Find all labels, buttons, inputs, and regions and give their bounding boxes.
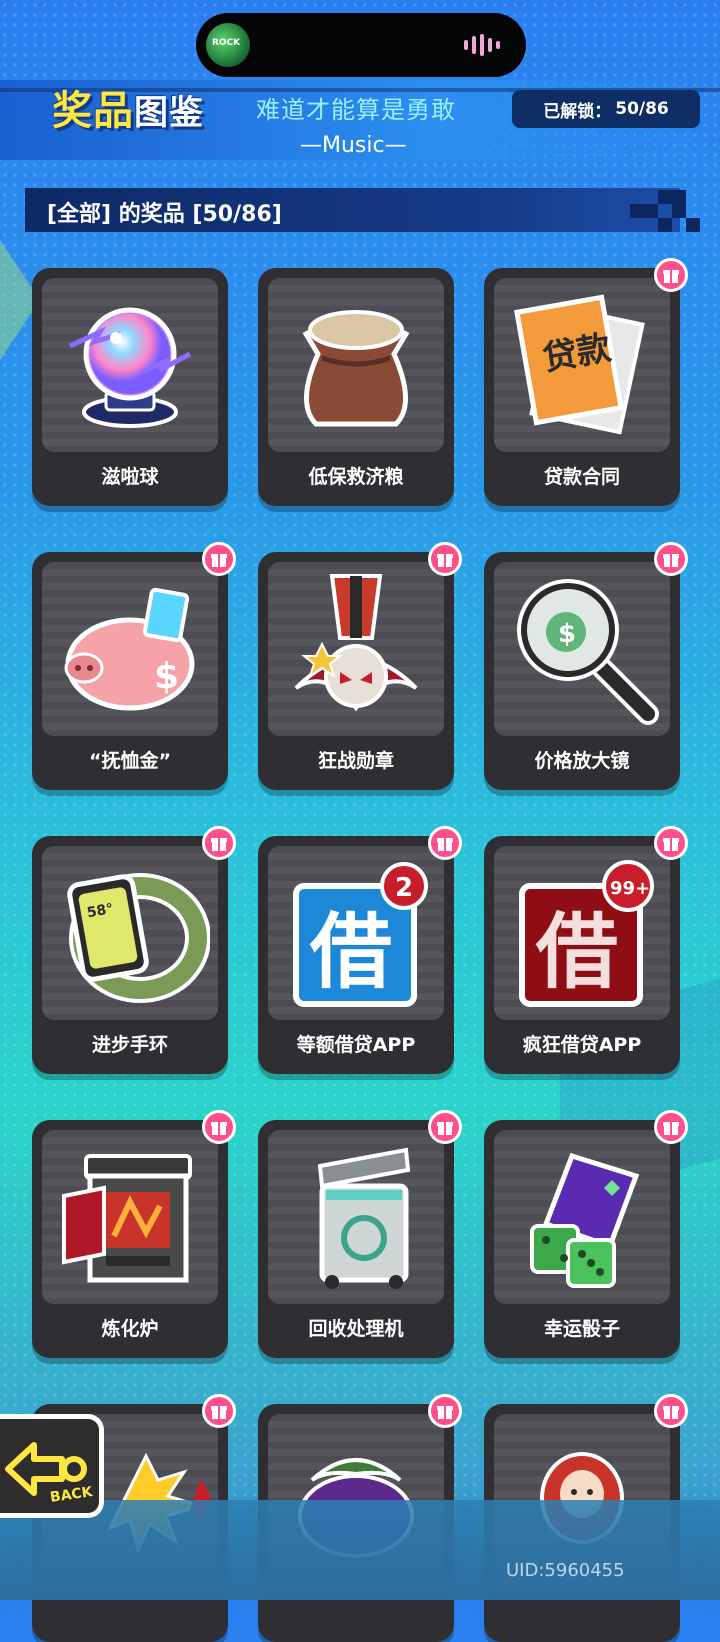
prize-name: 低保救济粮 — [308, 466, 404, 488]
notification-badge: 99+ — [610, 878, 650, 899]
prize-card[interactable]: 回收处理机 — [258, 1110, 462, 1358]
prize-name: “抚恤金” — [89, 750, 171, 772]
lucky-dice-icon — [530, 1152, 640, 1288]
recycling-machine-icon — [317, 1147, 411, 1289]
prize-name: 价格放大镜 — [534, 750, 630, 772]
notification-badge: 2 — [395, 873, 413, 903]
furnace-icon — [62, 1154, 192, 1283]
piggy-bank-icon: $ — [64, 587, 195, 711]
prize-card[interactable]: 58° 进步手环 — [32, 826, 236, 1074]
prize-name: 滋啦球 — [101, 466, 159, 488]
prize-card[interactable]: 低保救济粮 — [258, 268, 454, 506]
prize-card[interactable]: 狂战勋章 — [258, 542, 462, 790]
prize-card[interactable]: 贷款 贷款合同 — [484, 258, 688, 506]
prize-card[interactable]: 借 99+ 疯狂借贷APP — [484, 826, 688, 1074]
prize-card[interactable]: 借 2 等额借贷APP — [258, 826, 462, 1074]
app-character: 借 — [309, 905, 392, 1000]
prize-name: 幸运骰子 — [543, 1318, 620, 1340]
user-id: UID:5960455 — [506, 1560, 625, 1581]
prize-card[interactable]: 炼化炉 — [32, 1110, 236, 1358]
prize-card[interactable]: 滋啦球 — [32, 268, 228, 506]
prize-name: 等额借贷APP — [296, 1034, 416, 1056]
prize-name: 贷款合同 — [543, 466, 620, 488]
svg-text:$: $ — [558, 619, 576, 649]
crazy-loan-app-icon: 借 99+ — [519, 860, 654, 1007]
loan-app-icon: 借 2 — [293, 862, 428, 1007]
svg-text:$: $ — [154, 656, 179, 697]
prize-card[interactable]: 幸运骰子 — [484, 1110, 688, 1358]
prize-name: 回收处理机 — [308, 1318, 404, 1340]
prize-name: 疯狂借贷APP — [522, 1034, 642, 1056]
crystal-ball-icon — [68, 307, 192, 428]
prize-grid: 滋啦球 低保救济粮 贷款 贷款合同 $ “抚恤金” 狂战勋章 $ 价格放大镜 5… — [0, 0, 720, 1642]
loan-contract-icon: 贷款 — [514, 294, 645, 435]
bottom-bar — [0, 1500, 720, 1600]
grain-sack-icon — [302, 310, 410, 427]
prize-name: 狂战勋章 — [317, 750, 394, 772]
magnifying-glass-icon: $ — [517, 579, 659, 725]
prize-name: 进步手环 — [91, 1034, 168, 1056]
fitness-band-icon: 58° — [67, 873, 210, 1003]
prize-card[interactable]: $ 价格放大镜 — [484, 542, 688, 790]
back-arrow-icon — [5, 1442, 87, 1496]
prize-name: 炼化炉 — [101, 1318, 159, 1340]
prize-card[interactable]: $ “抚恤金” — [32, 542, 236, 790]
app-character: 借 — [535, 905, 618, 1000]
back-button[interactable]: BACK — [0, 1414, 104, 1518]
berserk-medal-icon — [294, 574, 418, 712]
